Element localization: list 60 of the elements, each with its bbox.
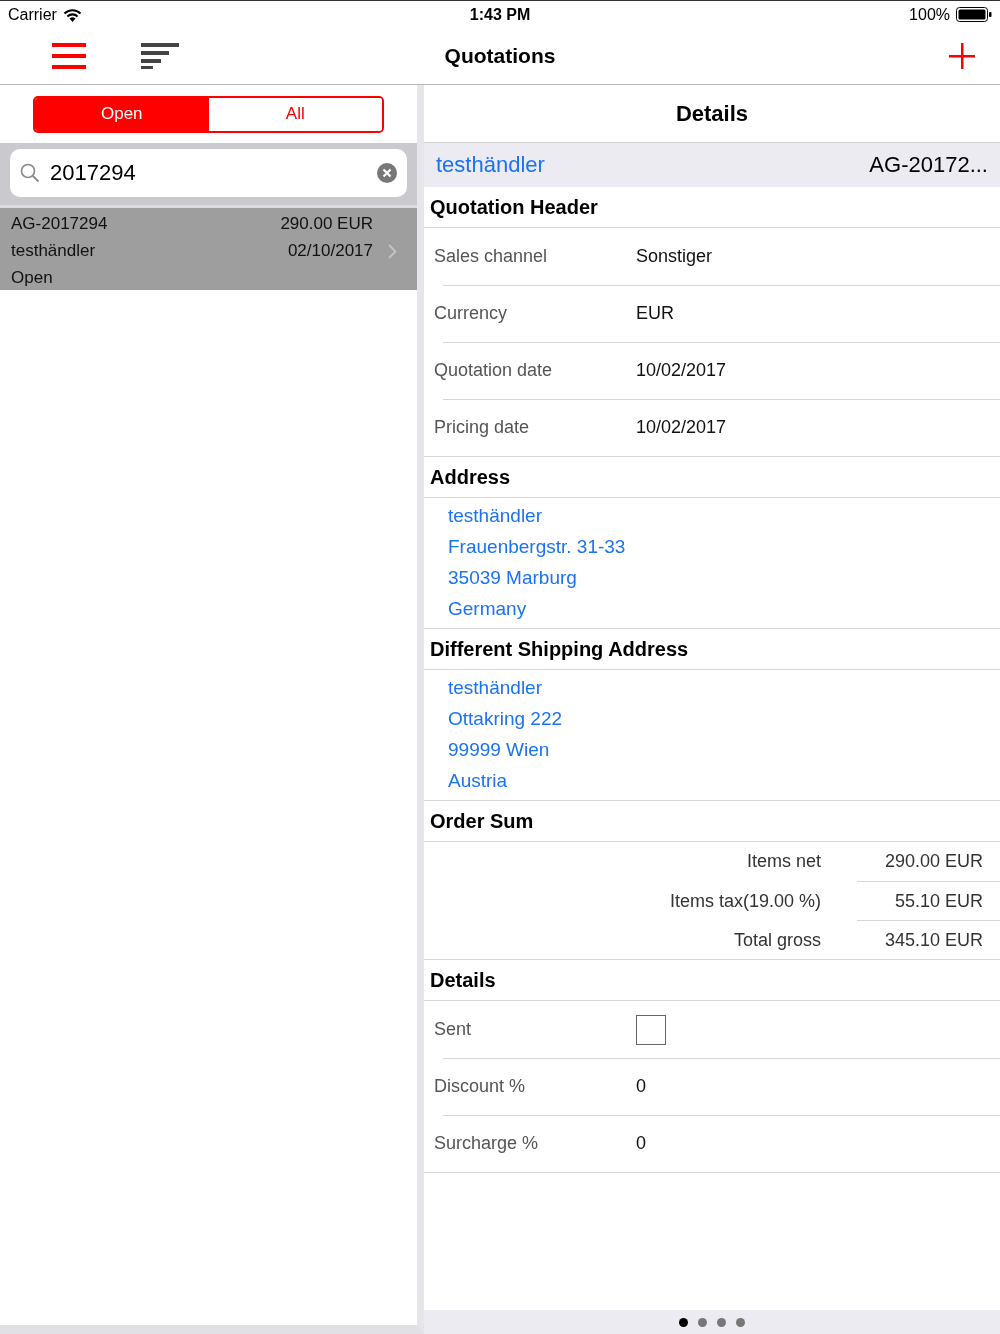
sum-label: Total gross	[732, 929, 822, 951]
field-label: Sales channel	[434, 246, 549, 267]
sum-label: Items tax(19.00 %)	[668, 890, 822, 912]
field-label: Sent	[434, 1019, 473, 1040]
address-link[interactable]: Austria	[448, 765, 508, 796]
filter-tab[interactable]: Open	[35, 97, 209, 131]
address-link[interactable]: Germany	[448, 593, 527, 624]
customer-name: testhändler	[11, 241, 97, 261]
section-header: Order Sum	[424, 801, 1000, 842]
address-link[interactable]: 99999 Wien	[448, 734, 550, 765]
field-label: Surcharge %	[434, 1133, 540, 1154]
field-label: Pricing date	[434, 417, 531, 438]
field-value: EUR	[636, 303, 674, 324]
carrier-label: Carrier	[8, 5, 57, 24]
section-header: Details	[424, 960, 1000, 1001]
address-link[interactable]: testhändler	[448, 672, 542, 703]
sort-button[interactable]	[140, 41, 180, 71]
battery-icon	[956, 7, 992, 22]
page-dot[interactable]	[717, 1317, 726, 1327]
page-dot[interactable]	[698, 1317, 707, 1327]
sum-value: 290.00 EUR	[884, 851, 983, 872]
page-dot[interactable]	[679, 1317, 688, 1327]
search-field[interactable]: 2017294	[10, 149, 407, 197]
chevron-icon	[388, 243, 397, 259]
section-header: Different Shipping Address	[424, 629, 1000, 670]
clear-icon[interactable]	[377, 163, 397, 183]
field-label: Discount %	[434, 1076, 527, 1097]
add-button[interactable]	[948, 42, 976, 70]
quotation-status: Open	[11, 268, 54, 288]
battery-percent: 100%	[909, 5, 950, 24]
details-title: Details	[675, 100, 749, 127]
quotation-number: AG-2017294	[11, 214, 109, 234]
quotation-number: AG-20172...	[869, 152, 988, 178]
clock-time: 1:43 PM	[469, 5, 531, 24]
checkbox[interactable]	[636, 1014, 666, 1045]
customer-link[interactable]: testhändler	[436, 152, 545, 178]
quotation-row[interactable]: AG-2017294 290.00 EUR testhändler 02/10/2017 Open	[0, 208, 417, 290]
field-value: 10/02/2017	[636, 360, 727, 381]
quotation-date: 02/10/2017	[286, 241, 373, 261]
sum-value: 345.10 EUR	[884, 930, 983, 951]
screen-title: Quotations	[444, 44, 556, 67]
section-header: Quotation Header	[424, 187, 1000, 228]
field-value: 0	[636, 1076, 646, 1097]
section-header: Address	[424, 457, 1000, 498]
search-icon	[20, 163, 40, 183]
sum-label: Items net	[745, 851, 822, 872]
field-label: Currency	[434, 303, 509, 324]
sum-value: 55.10 EUR	[894, 891, 983, 912]
address-link[interactable]: 35039 Marburg	[448, 562, 577, 593]
address-link[interactable]: Ottakring 222	[448, 703, 563, 734]
address-link[interactable]: testhändler	[448, 500, 542, 531]
field-value: Sonstiger	[636, 246, 713, 267]
field-value: 10/02/2017	[636, 417, 727, 438]
menu-button[interactable]	[52, 42, 86, 70]
field-label: Quotation date	[434, 360, 554, 381]
address-link[interactable]: Frauenbergstr. 31-33	[448, 531, 626, 562]
field-value: 0	[636, 1133, 646, 1154]
wifi-icon	[62, 7, 82, 22]
quotation-amount: 290.00 EUR	[280, 214, 373, 234]
page-dot[interactable]	[736, 1317, 745, 1327]
